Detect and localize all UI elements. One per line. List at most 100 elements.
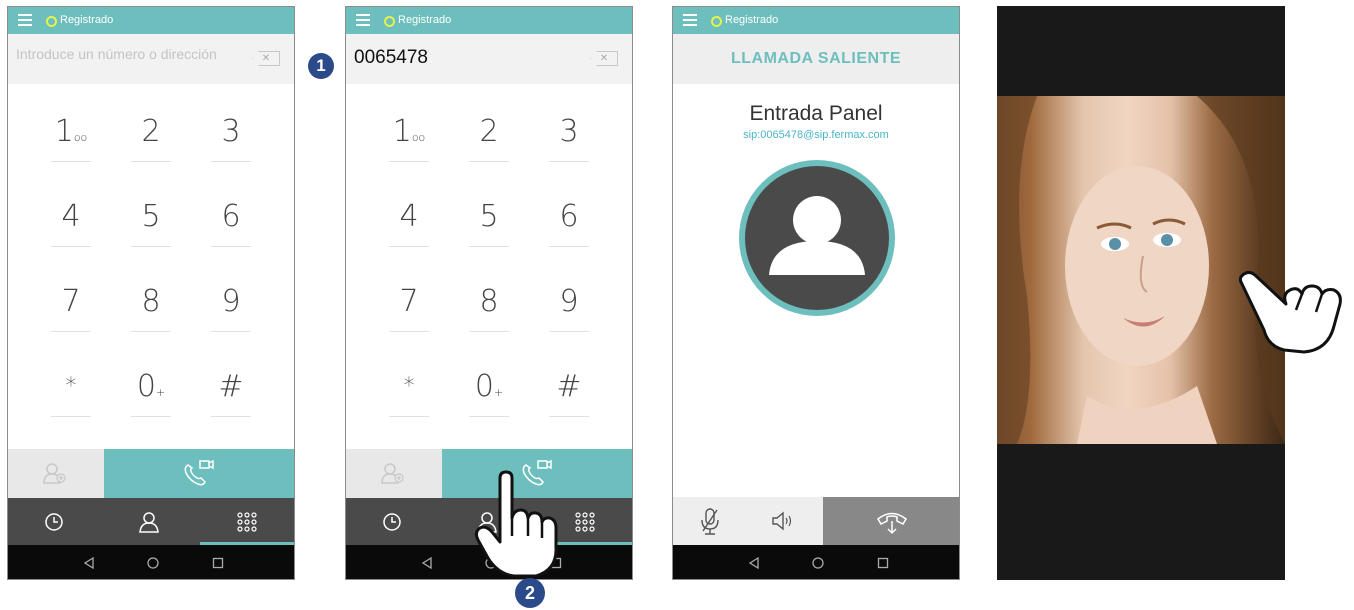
hamburger-icon[interactable] [356,14,370,26]
dial-key-6[interactable]: 6 [539,197,599,255]
dial-key-3[interactable]: 3 [201,112,261,170]
phone-screen-outgoing-call: Registrado LLAMADA SALIENTE Entrada Pane… [672,6,960,580]
backspace-icon[interactable]: ✕ [252,51,280,66]
hang-up-button[interactable] [823,497,959,545]
dial-key-sub: oo [73,131,88,144]
dial-key-digit: 3 [559,114,579,149]
dial-key-4[interactable]: 4 [41,197,101,255]
dial-key-5[interactable]: 5 [459,197,519,255]
registration-status-label: Registrado [725,14,779,26]
dial-key-digit: 5 [479,199,499,234]
dial-key-7[interactable]: 7 [379,282,439,340]
android-nav-bar [673,545,959,579]
dial-key-digit: 2 [479,114,499,149]
video-call-button[interactable] [104,449,294,498]
dial-key-digit: 2 [141,114,161,149]
phone-screen-dialer-empty: Registrado Introduce un número o direcci… [7,6,295,580]
dial-key-digit: 9 [221,284,241,319]
dial-key-9[interactable]: 9 [539,282,599,340]
dial-key-digit: 6 [221,199,241,234]
address-bar: Introduce un número o dirección ✕ [8,34,294,84]
dial-key-1[interactable]: 1oo [379,112,439,170]
bottom-tab-bar [8,498,294,545]
person-icon[interactable] [139,511,159,533]
registration-status-dot [711,16,722,27]
dial-key-digit: # [218,369,244,404]
hang-up-icon [877,512,907,535]
dialpad-icon[interactable] [236,511,258,533]
dial-key-digit: 5 [141,199,161,234]
home-circle-icon[interactable] [812,557,824,569]
action-bar [8,449,294,498]
callee-address: sip:0065478@sip.fermax.com [743,129,889,141]
add-contact-icon [381,463,404,484]
address-input[interactable]: 0065478 [354,47,578,69]
dial-key-hash[interactable]: # [539,367,599,425]
dial-key-digit: * [65,374,77,399]
dial-key-digit: 0 [136,369,156,404]
recents-square-icon[interactable] [212,557,224,569]
status-bar: Registrado [8,7,294,34]
dial-key-digit: 8 [141,284,161,319]
back-triangle-icon[interactable] [83,557,95,569]
clock-icon[interactable] [382,512,402,532]
status-bar: Registrado [346,7,632,34]
dial-key-3[interactable]: 3 [539,112,599,170]
speaker-icon[interactable] [771,511,795,531]
dial-key-digit: 4 [61,199,81,234]
dial-key-5[interactable]: 5 [121,197,181,255]
add-contact-button[interactable] [346,449,442,498]
callee-name: Entrada Panel [749,102,883,125]
dial-key-digit: 3 [221,114,241,149]
status-bar: Registrado [673,7,959,34]
registration-status-label: Registrado [60,14,114,26]
pointing-hand-icon [474,470,558,578]
in-call-left-controls [673,497,823,545]
dial-key-digit: 1 [392,114,412,149]
hamburger-icon[interactable] [18,14,32,26]
dial-key-2[interactable]: 2 [121,112,181,170]
hamburger-icon[interactable] [683,14,697,26]
dial-key-digit: 4 [399,199,419,234]
recents-square-icon[interactable] [877,557,889,569]
dial-key-digit: 7 [399,284,419,319]
back-triangle-icon[interactable] [748,557,760,569]
android-nav-bar [8,545,294,579]
address-input[interactable]: Introduce un número o dirección [16,46,240,62]
dial-key-digit: # [556,369,582,404]
registration-status-dot [384,16,395,27]
dial-key-0[interactable]: 0+ [121,367,181,425]
dial-key-digit: * [403,374,415,399]
dial-key-7[interactable]: 7 [41,282,101,340]
dialpad-icon[interactable] [574,511,596,533]
dial-key-0[interactable]: 0+ [459,367,519,425]
dial-key-8[interactable]: 8 [121,282,181,340]
dial-key-2[interactable]: 2 [459,112,519,170]
address-bar: 0065478 ✕ [346,34,632,84]
backspace-icon[interactable]: ✕ [590,51,618,66]
dial-key-sub: + [155,386,166,399]
back-triangle-icon[interactable] [421,557,433,569]
dial-key-1[interactable]: 1oo [41,112,101,170]
dial-key-digit: 7 [61,284,81,319]
dial-key-digit: 1 [54,114,74,149]
dial-key-hash[interactable]: # [201,367,261,425]
dial-key-star[interactable]: * [379,367,439,425]
clock-icon[interactable] [44,512,64,532]
in-call-controls [673,497,959,545]
pointing-hand-icon [1238,270,1342,354]
dial-key-star[interactable]: * [41,367,101,425]
microphone-muted-icon[interactable] [701,507,719,535]
home-circle-icon[interactable] [147,557,159,569]
dial-key-9[interactable]: 9 [201,282,261,340]
dial-key-digit: 6 [559,199,579,234]
add-contact-button[interactable] [8,449,104,498]
dial-key-4[interactable]: 4 [379,197,439,255]
avatar [739,160,895,316]
dial-key-digit: 8 [479,284,499,319]
dial-key-digit: 9 [559,284,579,319]
video-call-icon [184,459,214,486]
dial-key-8[interactable]: 8 [459,282,519,340]
dial-key-6[interactable]: 6 [201,197,261,255]
step-badge-2: 2 [515,578,545,608]
